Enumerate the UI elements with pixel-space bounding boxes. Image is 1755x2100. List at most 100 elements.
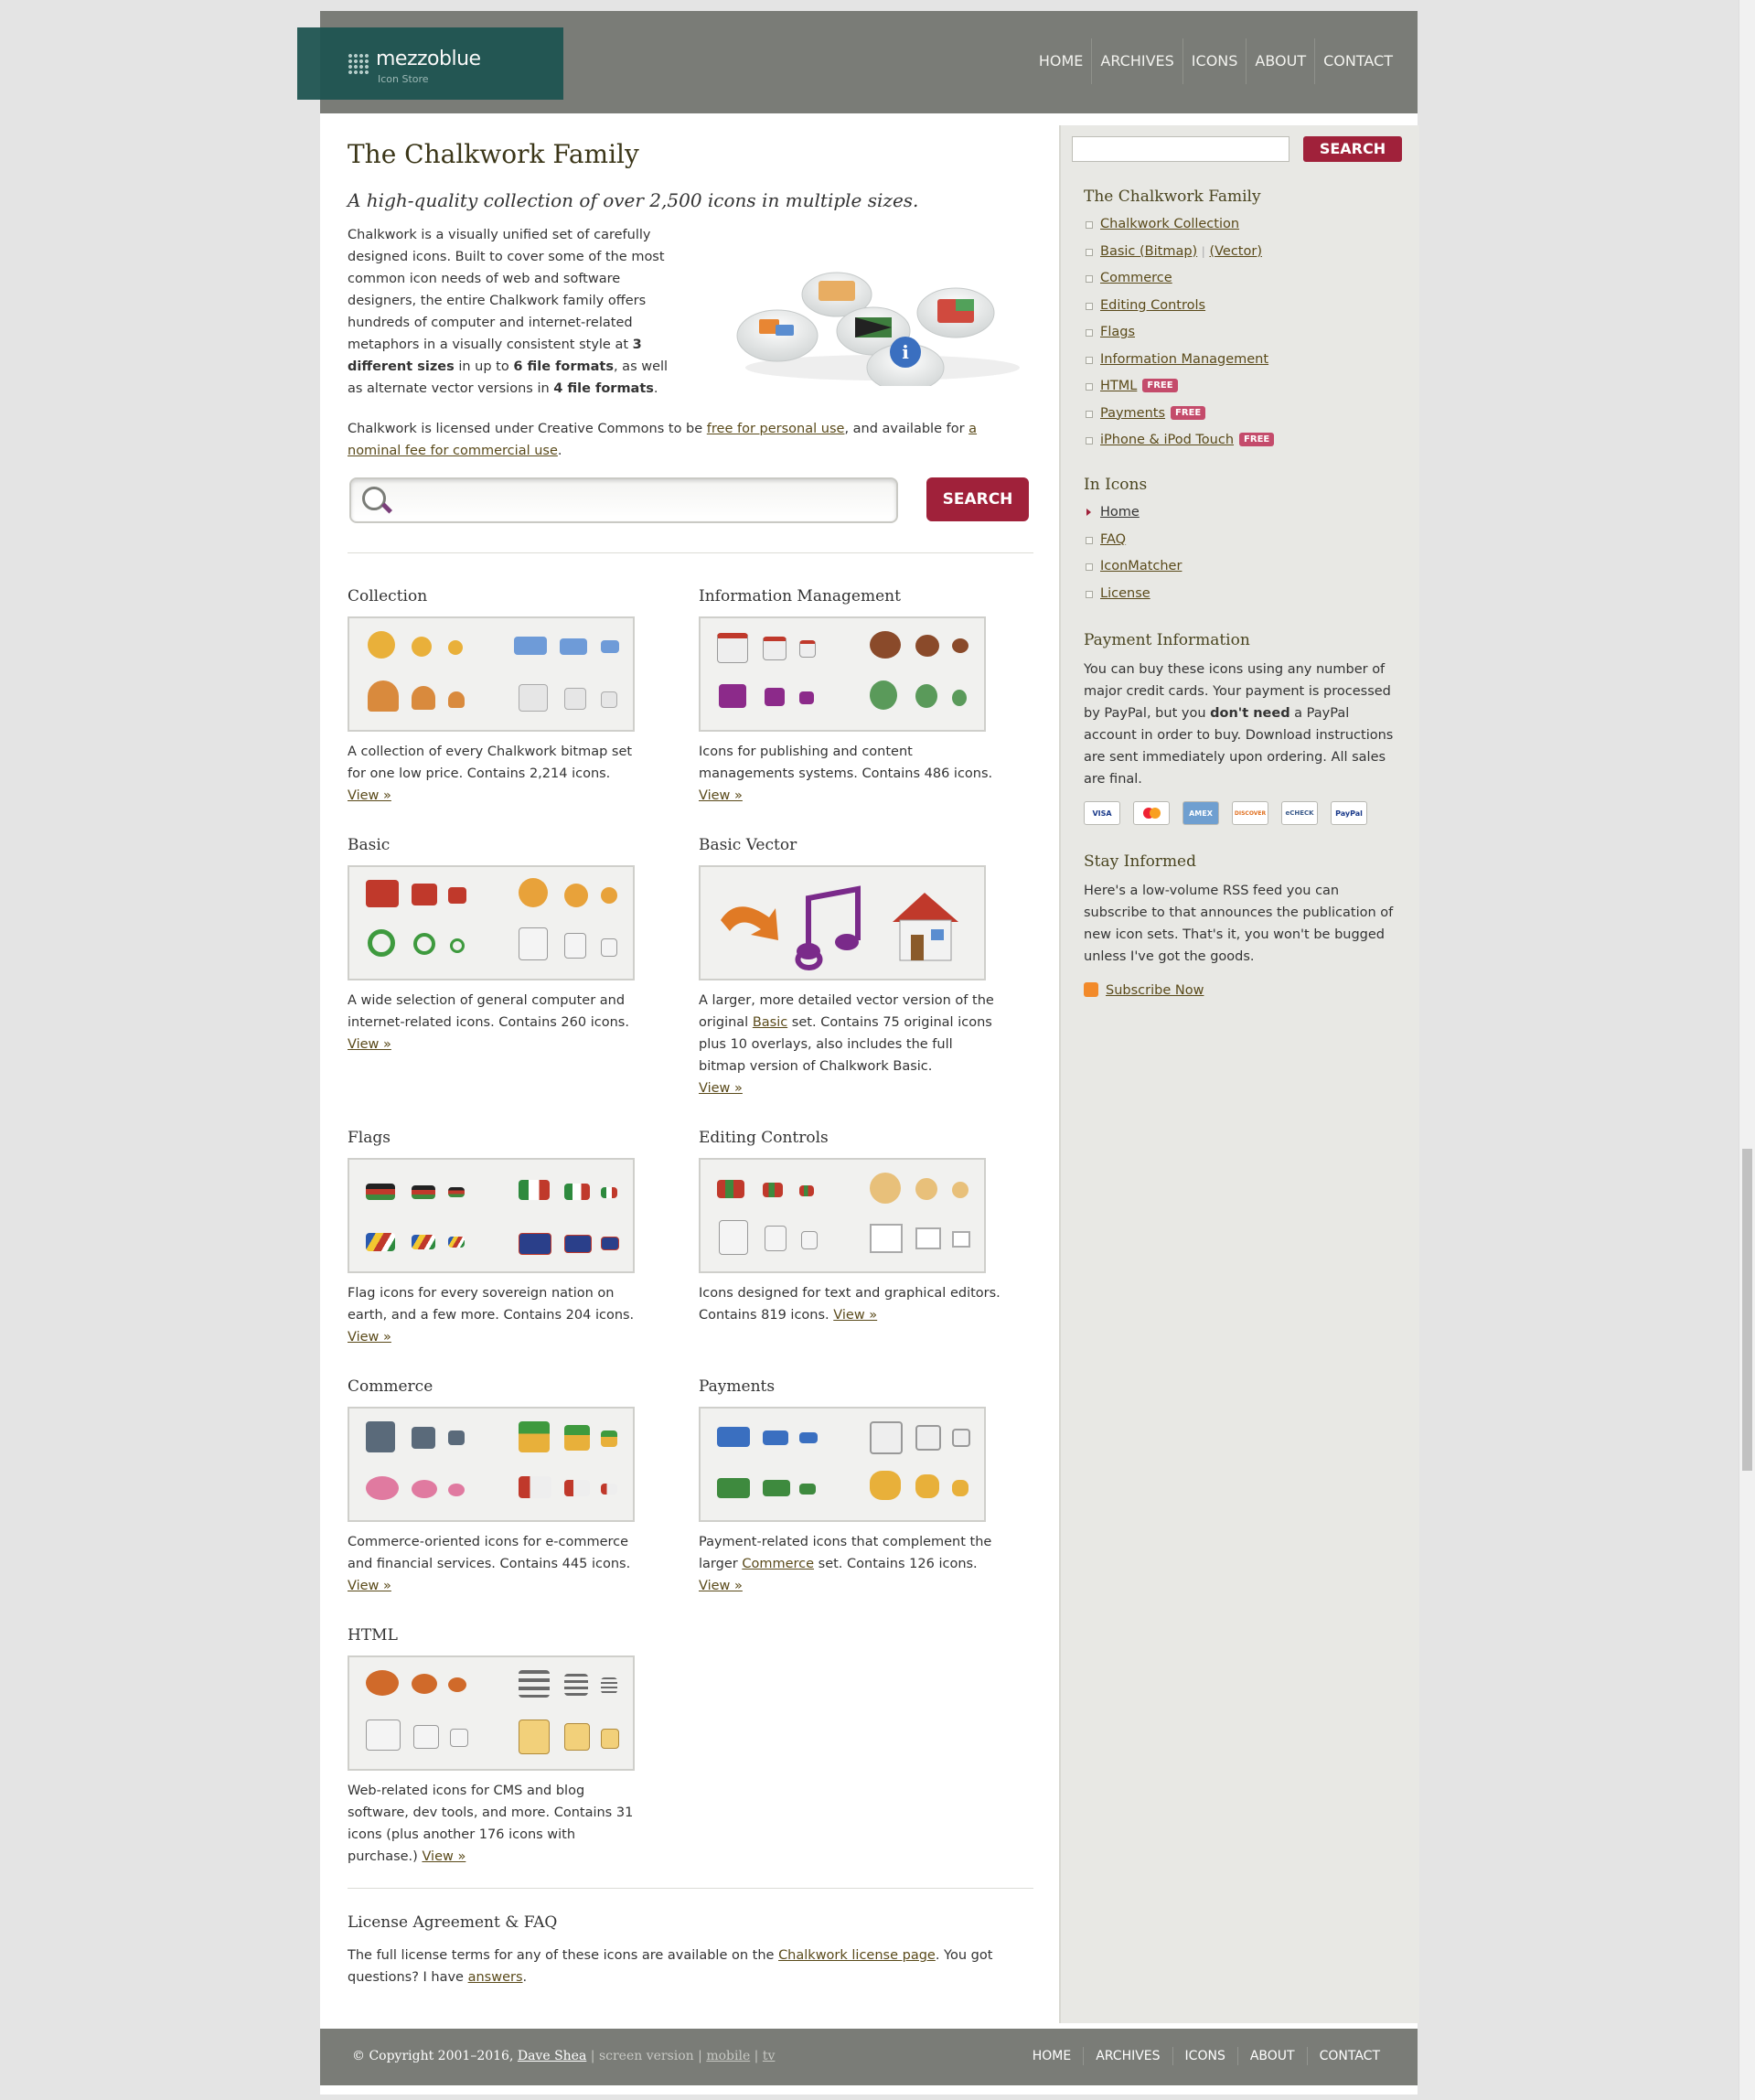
link-payments[interactable]: Payments bbox=[1100, 406, 1165, 421]
footer-nav-contact[interactable]: CONTACT bbox=[1306, 2047, 1392, 2065]
link-iphone[interactable]: iPhone & iPod Touch bbox=[1100, 433, 1234, 447]
discover-icon: DISCOVER bbox=[1232, 801, 1268, 825]
license-section: License Agreement & FAQ The full license… bbox=[348, 1913, 1033, 1988]
link-iconmatcher[interactable]: IconMatcher bbox=[1100, 559, 1182, 573]
nav-archives[interactable]: ARCHIVES bbox=[1091, 38, 1182, 84]
family-title: The Chalkwork Family bbox=[1084, 188, 1261, 206]
copyright: © Copyright 2001–2016, Dave Shea | scree… bbox=[352, 2049, 776, 2063]
footer-nav-home[interactable]: HOME bbox=[1021, 2047, 1083, 2065]
paypal-icon: PayPal bbox=[1331, 801, 1367, 825]
visa-icon: VISA bbox=[1084, 801, 1120, 825]
footer-nav-about[interactable]: ABOUT bbox=[1236, 2047, 1307, 2065]
logo-subtitle: Icon Store bbox=[378, 73, 429, 85]
site-footer: © Copyright 2001–2016, Dave Shea | scree… bbox=[320, 2029, 1418, 2085]
tv-link[interactable]: tv bbox=[763, 2049, 776, 2063]
link-basic-bitmap[interactable]: Basic (Bitmap) bbox=[1100, 244, 1197, 259]
list-item: IconMatcher bbox=[1084, 553, 1413, 581]
set-editing-controls: Editing Controls Icons designed for text… bbox=[699, 1129, 1001, 1326]
set-preview[interactable] bbox=[348, 1655, 635, 1771]
footer-nav-icons[interactable]: ICONS bbox=[1172, 2047, 1237, 2065]
link-commerce[interactable]: Commerce bbox=[1100, 271, 1172, 285]
set-title: Basic bbox=[348, 836, 391, 854]
in-icons-section: In Icons Home FAQ IconMatcher License bbox=[1084, 476, 1413, 607]
view-link[interactable]: View » bbox=[699, 788, 743, 803]
set-title: Basic Vector bbox=[699, 836, 797, 854]
list-item: Chalkwork Collection bbox=[1084, 211, 1413, 239]
list-item: License bbox=[1084, 581, 1413, 608]
set-preview[interactable] bbox=[699, 1407, 986, 1522]
screen-version: screen version bbox=[598, 2049, 694, 2063]
view-link[interactable]: View » bbox=[348, 788, 391, 803]
set-description: A wide selection of general computer and… bbox=[348, 993, 629, 1052]
page-title: The Chalkwork Family bbox=[348, 139, 639, 169]
set-description: Payment-related icons that complement th… bbox=[699, 1535, 992, 1593]
rss-icon bbox=[1084, 982, 1098, 997]
link-html[interactable]: HTML bbox=[1100, 379, 1137, 393]
basic-link[interactable]: Basic bbox=[753, 1015, 787, 1030]
list-item: Flags bbox=[1084, 319, 1413, 347]
set-preview[interactable] bbox=[348, 616, 635, 732]
subscribe-link[interactable]: Subscribe Now bbox=[1106, 983, 1204, 998]
icon-search-input[interactable] bbox=[349, 477, 898, 523]
logo-name: mezzoblue bbox=[376, 48, 481, 70]
license-page-link[interactable]: Chalkwork license page bbox=[778, 1948, 936, 1963]
link-flags[interactable]: Flags bbox=[1100, 325, 1135, 339]
free-personal-link[interactable]: free for personal use bbox=[707, 422, 845, 436]
payment-title: Payment Information bbox=[1084, 631, 1250, 649]
site-logo[interactable]: mezzoblue Icon Store bbox=[297, 27, 563, 100]
set-preview[interactable] bbox=[348, 1407, 635, 1522]
view-link[interactable]: View » bbox=[348, 1579, 391, 1593]
view-link[interactable]: View » bbox=[699, 1579, 743, 1593]
icon-search-button[interactable]: SEARCH bbox=[926, 477, 1029, 521]
set-preview[interactable] bbox=[699, 616, 986, 732]
view-link[interactable]: View » bbox=[699, 1081, 743, 1096]
subscribe-row: Subscribe Now bbox=[1084, 982, 1399, 998]
sidebar-search-input[interactable] bbox=[1072, 136, 1289, 162]
commerce-link[interactable]: Commerce bbox=[742, 1557, 814, 1571]
scrollbar-thumb[interactable] bbox=[1742, 1149, 1752, 1471]
nav-icons[interactable]: ICONS bbox=[1182, 38, 1247, 84]
link-basic-vector[interactable]: (Vector) bbox=[1209, 244, 1262, 259]
set-description: Flag icons for every sovereign nation on… bbox=[348, 1286, 635, 1345]
link-faq[interactable]: FAQ bbox=[1100, 532, 1126, 547]
answers-link[interactable]: answers bbox=[468, 1970, 523, 1985]
family-section: The Chalkwork Family Chalkwork Collectio… bbox=[1084, 188, 1413, 455]
free-badge: FREE bbox=[1239, 433, 1275, 446]
list-item: Information Management bbox=[1084, 347, 1413, 374]
sidebar-search-button[interactable]: SEARCH bbox=[1303, 136, 1402, 162]
link-information-management[interactable]: Information Management bbox=[1100, 352, 1268, 367]
list-item: iPhone & iPod Touch FREE bbox=[1084, 427, 1413, 455]
link-chalkwork-collection[interactable]: Chalkwork Collection bbox=[1100, 217, 1239, 231]
nav-about[interactable]: ABOUT bbox=[1246, 38, 1314, 84]
main-content: The Chalkwork Family A high-quality coll… bbox=[348, 139, 1033, 1985]
footer-nav-archives[interactable]: ARCHIVES bbox=[1083, 2047, 1172, 2065]
set-preview[interactable] bbox=[348, 865, 635, 980]
list-item: Home bbox=[1084, 499, 1413, 527]
vertical-scrollbar[interactable] bbox=[1739, 0, 1755, 2100]
nav-home[interactable]: HOME bbox=[1031, 38, 1092, 84]
set-description: Commerce-oriented icons for e-commerce a… bbox=[348, 1535, 631, 1593]
link-home[interactable]: Home bbox=[1100, 505, 1140, 520]
set-preview[interactable] bbox=[699, 1158, 986, 1273]
author-link[interactable]: Dave Shea bbox=[518, 2049, 586, 2063]
view-link[interactable]: View » bbox=[422, 1849, 466, 1864]
list-item: FAQ bbox=[1084, 527, 1413, 554]
magnifier-icon bbox=[362, 487, 386, 510]
nav-contact[interactable]: CONTACT bbox=[1314, 38, 1401, 84]
license-title: License Agreement & FAQ bbox=[348, 1913, 558, 1932]
mobile-link[interactable]: mobile bbox=[706, 2049, 750, 2063]
footer-nav: HOME ARCHIVES ICONS ABOUT CONTACT bbox=[1021, 2047, 1392, 2065]
stay-informed-section: Stay Informed Here's a low-volume RSS fe… bbox=[1084, 852, 1399, 998]
set-description: Icons designed for text and graphical ed… bbox=[699, 1286, 1001, 1323]
set-preview[interactable] bbox=[348, 1158, 635, 1273]
view-link[interactable]: View » bbox=[348, 1037, 391, 1052]
amex-icon: AMEX bbox=[1182, 801, 1219, 825]
set-preview[interactable] bbox=[699, 865, 986, 980]
link-editing-controls[interactable]: Editing Controls bbox=[1100, 298, 1205, 313]
link-license[interactable]: License bbox=[1100, 586, 1150, 601]
card-logos: VISA AMEX DISCOVER eCHECK PayPal bbox=[1084, 801, 1399, 825]
view-link[interactable]: View » bbox=[833, 1308, 877, 1323]
view-link[interactable]: View » bbox=[348, 1330, 391, 1345]
sidebar: SEARCH The Chalkwork Family Chalkwork Co… bbox=[1059, 125, 1419, 2023]
set-title: Editing Controls bbox=[699, 1129, 829, 1147]
